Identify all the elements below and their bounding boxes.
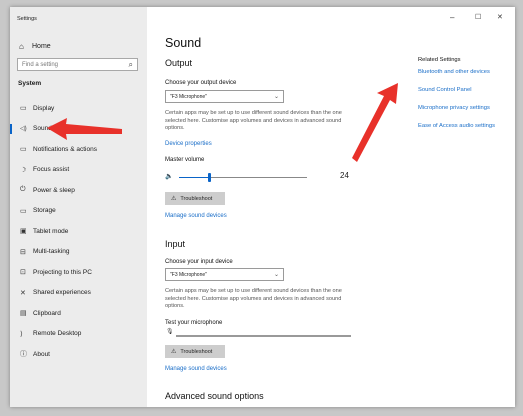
- input-device-label: Choose your input device: [165, 259, 233, 265]
- input-device-dropdown[interactable]: "F3 Microphone" ⌄: [165, 268, 284, 281]
- troubleshoot-label: Troubleshoot: [180, 195, 213, 202]
- page-title: Sound: [165, 36, 202, 50]
- sidebar-item-label: Storage: [33, 207, 56, 215]
- output-description: Certain apps may be set up to use differ…: [165, 110, 342, 131]
- tablet-icon: ▣: [20, 228, 27, 236]
- search-icon: ⌕: [128, 59, 133, 69]
- output-heading: Output: [165, 58, 193, 68]
- main-content: – ☐ ✕ Sound Output Choose your output de…: [147, 7, 515, 407]
- master-volume-fill: [179, 176, 210, 178]
- input-device-value: "F3 Microphone": [170, 271, 207, 278]
- warning-icon: ⚠: [171, 196, 177, 202]
- search-placeholder: Find a setting: [22, 61, 59, 68]
- shared-experiences-icon: ✕: [20, 289, 26, 297]
- window-title: Settings: [17, 16, 37, 22]
- sidebar-item-projecting[interactable]: ⊡ Projecting to this PC: [10, 262, 147, 283]
- output-manage-devices-link[interactable]: Manage sound devices: [165, 213, 227, 219]
- related-settings-title: Related Settings: [418, 57, 461, 63]
- related-link-sound-control-panel[interactable]: Sound Control Panel: [418, 87, 472, 93]
- warning-icon: ⚠: [171, 349, 177, 355]
- sidebar-section-label: System: [18, 80, 42, 87]
- sidebar-item-label: About: [33, 350, 50, 358]
- master-volume-slider[interactable]: [179, 172, 307, 182]
- sidebar-item-multitasking[interactable]: ⊟ Multi-tasking: [10, 242, 147, 263]
- master-volume-label: Master volume: [165, 157, 205, 163]
- output-device-label: Choose your output device: [165, 80, 237, 86]
- sidebar-item-sound[interactable]: ◁) Sound: [10, 119, 147, 140]
- input-description: Certain apps may be set up to use differ…: [165, 288, 342, 309]
- sidebar-home[interactable]: ⌂ Home: [19, 41, 51, 51]
- input-heading: Input: [165, 239, 186, 249]
- output-troubleshoot-button[interactable]: ⚠ Troubleshoot: [165, 192, 225, 205]
- microphone-icon: 🎙: [166, 329, 174, 335]
- info-icon: ⓘ: [20, 351, 27, 359]
- sidebar-item-shared-experiences[interactable]: ✕ Shared experiences: [10, 283, 147, 304]
- microphone-level-bar: [176, 335, 351, 337]
- sidebar-item-power-sleep[interactable]: ⏻ Power & sleep: [10, 180, 147, 201]
- projector-icon: ⊡: [20, 269, 26, 277]
- sidebar-item-label: Remote Desktop: [33, 330, 82, 338]
- sidebar-item-label: Focus assist: [33, 166, 70, 174]
- storage-icon: ▭: [20, 207, 27, 215]
- multitasking-icon: ⊟: [20, 248, 26, 256]
- related-link-microphone-privacy[interactable]: Microphone privacy settings: [418, 105, 490, 111]
- remote-desktop-icon: ⟩: [20, 330, 23, 338]
- sidebar-item-label: Clipboard: [33, 309, 61, 317]
- sidebar-item-label: Power & sleep: [33, 186, 75, 194]
- related-link-ease-of-access-audio[interactable]: Ease of Access audio settings: [418, 123, 495, 129]
- sidebar-item-label: Multi-tasking: [33, 248, 70, 256]
- sidebar-item-storage[interactable]: ▭ Storage: [10, 201, 147, 222]
- notification-icon: ▭: [20, 146, 27, 154]
- sidebar-nav: ▭ Display ◁) Sound ▭ Notifications & act…: [10, 98, 147, 365]
- display-icon: ▭: [20, 105, 27, 113]
- sidebar-item-label: Notifications & actions: [33, 145, 97, 153]
- test-microphone-label: Test your microphone: [165, 320, 223, 326]
- sidebar-item-label: Tablet mode: [33, 227, 69, 235]
- power-icon: ⏻: [20, 186, 26, 194]
- troubleshoot-label: Troubleshoot: [180, 348, 213, 355]
- sidebar-item-remote-desktop[interactable]: ⟩ Remote Desktop: [10, 324, 147, 345]
- chevron-down-icon: ⌄: [273, 272, 279, 278]
- sidebar-item-notifications[interactable]: ▭ Notifications & actions: [10, 139, 147, 160]
- sidebar-home-label: Home: [32, 42, 51, 50]
- volume-icon: 🔈: [165, 173, 174, 180]
- sidebar: Settings ⌂ Home Find a setting ⌕ System …: [10, 7, 147, 407]
- speaker-icon: ◁): [20, 126, 27, 133]
- output-device-dropdown[interactable]: "F3 Microphone" ⌄: [165, 90, 284, 103]
- clipboard-icon: ▤: [20, 310, 27, 318]
- output-device-value: "F3 Microphone": [170, 93, 207, 100]
- sidebar-item-focus-assist[interactable]: ☽ Focus assist: [10, 160, 147, 181]
- search-input[interactable]: Find a setting ⌕: [17, 58, 138, 71]
- maximize-button[interactable]: ☐: [475, 13, 481, 21]
- sidebar-item-display[interactable]: ▭ Display: [10, 98, 147, 119]
- minimize-button[interactable]: –: [450, 13, 454, 22]
- moon-icon: ☽: [20, 166, 27, 174]
- sidebar-item-label: Display: [33, 104, 55, 112]
- sidebar-item-label: Sound: [33, 125, 52, 133]
- settings-window: Settings ⌂ Home Find a setting ⌕ System …: [10, 7, 515, 407]
- close-button[interactable]: ✕: [497, 13, 503, 21]
- sidebar-item-label: Projecting to this PC: [33, 268, 92, 276]
- chevron-down-icon: ⌄: [273, 94, 279, 100]
- device-properties-link[interactable]: Device properties: [165, 141, 212, 147]
- sidebar-item-tablet-mode[interactable]: ▣ Tablet mode: [10, 221, 147, 242]
- sidebar-item-label: Shared experiences: [33, 289, 91, 297]
- related-link-bluetooth[interactable]: Bluetooth and other devices: [418, 69, 490, 75]
- sidebar-item-clipboard[interactable]: ▤ Clipboard: [10, 303, 147, 324]
- sidebar-item-about[interactable]: ⓘ About: [10, 344, 147, 365]
- input-troubleshoot-button[interactable]: ⚠ Troubleshoot: [165, 345, 225, 358]
- home-icon: ⌂: [19, 41, 24, 51]
- advanced-sound-options-heading[interactable]: Advanced sound options: [165, 391, 264, 401]
- input-manage-devices-link[interactable]: Manage sound devices: [165, 366, 227, 372]
- master-volume-thumb[interactable]: [208, 172, 212, 182]
- master-volume-value: 24: [340, 171, 349, 180]
